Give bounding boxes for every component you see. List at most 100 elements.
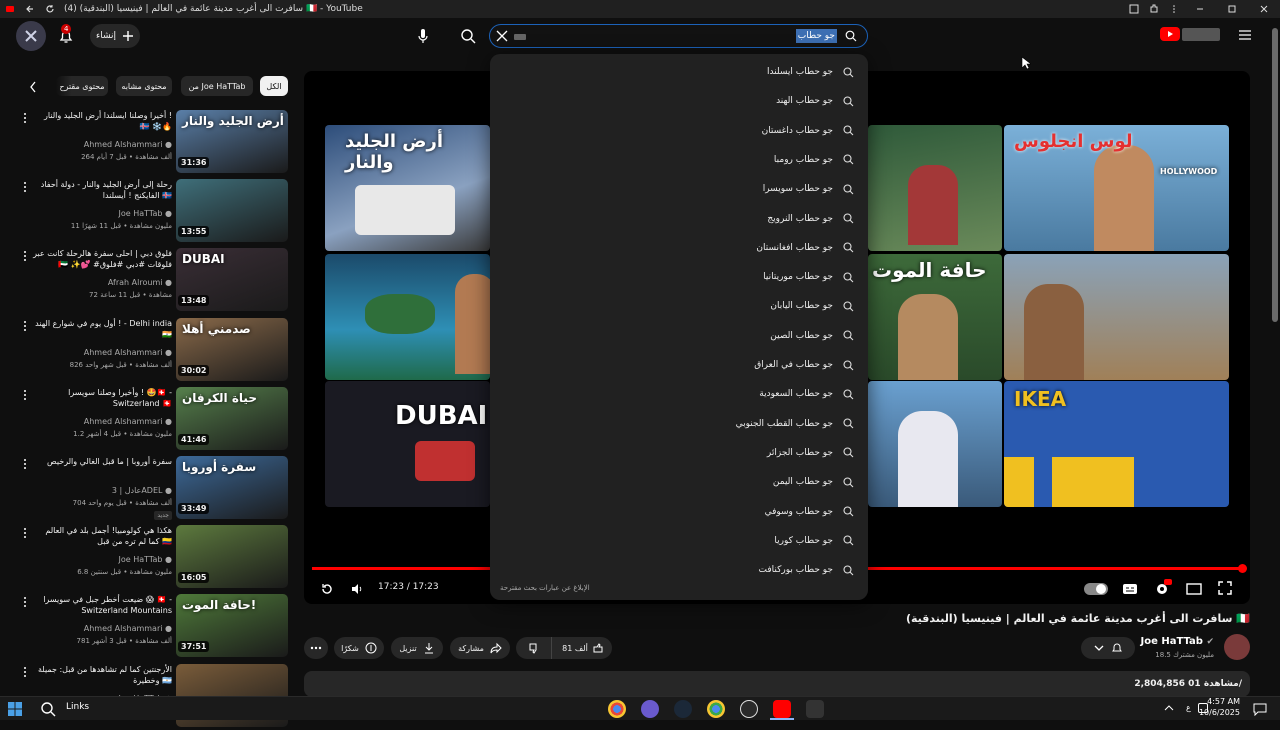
youtube-wordmark[interactable]	[1182, 28, 1220, 41]
epic-games-app-icon[interactable]	[806, 700, 824, 718]
youtube-logo-icon[interactable]	[1160, 27, 1180, 41]
steam-app-icon[interactable]	[674, 700, 692, 718]
start-button[interactable]	[8, 702, 22, 716]
theater-mode-button[interactable]	[1186, 583, 1202, 595]
channel-name[interactable]: Joe HaTTab ●	[119, 555, 172, 564]
end-screen-video[interactable]: أرض الجليد والنار	[325, 125, 490, 251]
channel-name-text[interactable]: Ahmed Alshammari	[84, 348, 163, 357]
fullscreen-button[interactable]	[1218, 581, 1232, 595]
channel-name[interactable]: Ahmed Alshammari ●	[84, 624, 172, 633]
avatar[interactable]	[16, 21, 46, 51]
related-video-item[interactable]: 16:05 هكذا هي كولومبيا! أجمل بلد في العال…	[0, 525, 290, 591]
search-input[interactable]: جو حطاب	[489, 24, 868, 48]
clear-search-button[interactable]	[496, 30, 508, 42]
suggestion-item[interactable]: جو حطاب الصين	[770, 326, 854, 346]
video-title[interactable]: أخيرا وصلنا ايسلندا أرض الجليد والنار ! …	[32, 110, 172, 132]
autoplay-toggle[interactable]	[1084, 583, 1108, 595]
chrome-app-icon[interactable]	[608, 700, 626, 718]
close-window-button[interactable]	[1248, 0, 1280, 18]
end-screen-video[interactable]: حافة الموت	[868, 254, 1002, 380]
channel-name[interactable]: Joe HaTTab ●	[119, 209, 172, 218]
related-video-item[interactable]: 13:55 رحلة إلى أرض الجليد والنار - دولة أ…	[0, 179, 290, 245]
more-vert-icon[interactable]	[20, 250, 30, 262]
channel-name-text[interactable]: Joe HaTTab	[119, 555, 163, 564]
suggestion-item[interactable]: جو حطاب السعودية	[759, 384, 854, 404]
suggestion-item[interactable]: جو حطاب ايسلندا	[767, 62, 854, 82]
more-vert-icon[interactable]	[20, 181, 30, 193]
restore-button[interactable]	[1216, 0, 1248, 18]
channel-name[interactable]: Ahmed Alshammari ●	[84, 140, 172, 149]
video-title[interactable]: وأخيرا وصلنا سويسرا ! 🤩🇨🇭 - Switzerland …	[32, 387, 172, 409]
suggestion-item[interactable]: جو حطاب داغستان	[762, 121, 854, 141]
more-vert-icon[interactable]	[20, 666, 30, 678]
channel-name-text[interactable]: Ahmed Alshammari	[84, 624, 163, 633]
video-title[interactable]: أول يوم في شوارع الهند ! - Delhi india 🇮…	[32, 318, 172, 340]
suggestion-item[interactable]: جو حطاب وسوفي	[765, 502, 854, 522]
end-screen-video[interactable]: IKEA	[1004, 381, 1229, 507]
more-vert-icon[interactable]	[20, 596, 30, 608]
more-vert-icon[interactable]	[20, 320, 30, 332]
discord-app-icon[interactable]	[641, 700, 659, 718]
channel-avatar[interactable]	[1224, 634, 1250, 660]
translate-icon[interactable]	[1124, 0, 1144, 18]
chip-all[interactable]: الكل	[260, 76, 288, 96]
channel-name[interactable]: Joe HaTTab ✔	[1141, 636, 1215, 647]
suggestion-item[interactable]: جو حطاب القطب الجنوبي	[736, 414, 854, 434]
input-language[interactable]: ع	[1186, 703, 1191, 712]
keyboard-icon[interactable]	[514, 34, 526, 40]
video-title[interactable]: فلوق دبي | احلى سفرة هالرحلة كانت عبر 🇦🇪…	[32, 248, 172, 270]
minimize-button[interactable]	[1184, 0, 1216, 18]
related-video-item[interactable]: حافة الموت! 37:51 ضيعت أخطر جبل في سويسرا …	[0, 594, 290, 660]
channel-name-text[interactable]: Joe HaTTab	[119, 209, 163, 218]
end-screen-video[interactable]	[1004, 254, 1229, 380]
channel-name-text[interactable]: Ahmed Alshammari	[84, 140, 163, 149]
related-video-item[interactable]: DUBAI 13:48 فلوق دبي | احلى سفرة هالرحلة ك…	[0, 248, 290, 314]
channel-name-text[interactable]: عادل | 3ADEL	[112, 486, 163, 495]
search-inner-icon[interactable]	[845, 30, 857, 42]
video-title[interactable]: سفرة أوروبا | ما قبل الغالي والرخيص	[32, 456, 172, 467]
end-screen-video[interactable]	[325, 254, 490, 380]
related-video-item[interactable]: أرض الجليد والنار 31:36 أخيرا وصلنا ايسلند…	[0, 110, 290, 176]
youtube-app-icon[interactable]	[773, 700, 791, 718]
clock-date[interactable]: 10/6/2025	[1199, 708, 1240, 717]
notifications-center-button[interactable]	[1253, 702, 1267, 716]
progress-scrubber[interactable]	[1238, 564, 1247, 573]
suggestion-item[interactable]: جو حطاب النرويج	[767, 209, 854, 229]
more-vert-icon[interactable]	[20, 112, 30, 124]
tray-chevron-up-icon[interactable]	[1164, 703, 1174, 713]
more-vert-icon[interactable]	[20, 389, 30, 401]
report-suggestions-link[interactable]: الإبلاغ عن عبارات بحث مقترحة	[500, 584, 590, 592]
channel-name-text[interactable]: Joe HaTTab	[1141, 636, 1203, 647]
page-scrollbar[interactable]	[1272, 28, 1278, 322]
dislike-button[interactable]	[516, 637, 552, 659]
more-vert-icon[interactable]	[20, 458, 30, 470]
description-box[interactable]: 2,804,856 مشاهدة 01/	[304, 671, 1250, 697]
create-button[interactable]: إنشاء	[90, 24, 140, 48]
channel-name[interactable]: Ahmed Alshammari ●	[84, 348, 172, 357]
subtitles-button[interactable]	[1122, 583, 1138, 595]
end-screen-video[interactable]	[868, 381, 1002, 507]
related-video-item[interactable]: حياة الكرفان 41:46 وأخيرا وصلنا سويسرا ! 🤩…	[0, 386, 290, 453]
share-button[interactable]: مشاركة	[450, 637, 510, 659]
video-title[interactable]: هكذا هي كولومبيا! أجمل بلد في العالم كما…	[32, 525, 172, 547]
voice-search-button[interactable]	[408, 21, 438, 51]
suggestion-item[interactable]: جو حطاب الهند	[776, 91, 854, 111]
suggestion-item[interactable]: جو حطاب افغانستان	[756, 238, 854, 258]
channel-name[interactable]: عادل | 3ADEL ●	[112, 486, 172, 495]
chip-suggested[interactable]: محتوى مقترح	[56, 76, 108, 96]
suggestion-item[interactable]: جو حطاب سويسرا	[763, 179, 854, 199]
chip-related[interactable]: محتوى مشابه	[116, 76, 172, 96]
video-title[interactable]: رحلة إلى أرض الجليد والنار - دولة أحفاد …	[32, 179, 172, 201]
suggestion-item[interactable]: جو حطاب الجزائر	[767, 443, 854, 463]
video-title[interactable]: الأرجنتين كما لم تشاهدها من قبل: جميلة و…	[32, 664, 172, 686]
chip-from-channel[interactable]: من Joe HaTTab	[181, 76, 253, 96]
back-arrow-icon[interactable]	[20, 0, 40, 18]
more-actions-button[interactable]	[304, 637, 328, 659]
search-text[interactable]: جو حطاب	[795, 29, 837, 43]
like-button[interactable]: 81 ألف	[554, 637, 612, 659]
suggestion-item[interactable]: جو حطاب اليابان	[770, 296, 854, 316]
channel-name[interactable]: Afrah Alroumi ●	[108, 278, 172, 287]
chrome-profile-app-icon[interactable]	[707, 700, 725, 718]
extensions-icon[interactable]	[1144, 0, 1164, 18]
channel-name-text[interactable]: Afrah Alroumi	[108, 278, 163, 287]
